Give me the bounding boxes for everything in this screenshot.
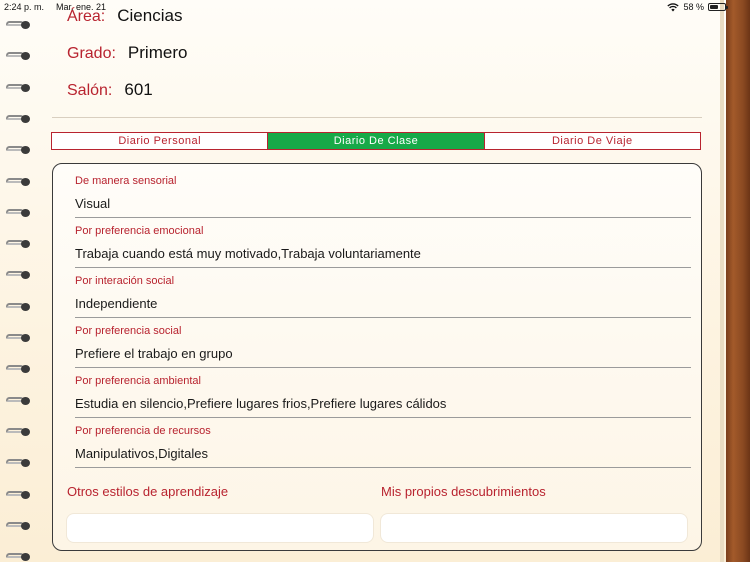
spiral-ring — [4, 112, 32, 123]
field-value: Estudia en silencio,Prefiere lugares fri… — [75, 396, 691, 418]
status-date: Mar. ene. 21 — [56, 2, 107, 12]
spiral-ring — [4, 175, 32, 186]
spiral-ring — [4, 362, 32, 374]
field-label: Por preferencia ambiental — [75, 375, 201, 387]
other-styles-input[interactable] — [67, 514, 373, 542]
spiral-ring — [4, 268, 32, 280]
field-value: Trabaja cuando está muy motivado,Trabaja… — [75, 246, 691, 268]
spiral-ring — [4, 488, 32, 499]
room-value: 601 — [124, 80, 153, 99]
field-interaccion-social[interactable]: Por interación social Independiente — [75, 275, 691, 318]
field-label: Por interación social — [75, 275, 175, 287]
spiral-ring — [4, 331, 32, 342]
wifi-icon — [667, 2, 680, 12]
field-label: Por preferencia emocional — [75, 225, 204, 237]
room-row: Salón: 601 — [67, 80, 153, 100]
divider — [52, 117, 702, 118]
discoveries-input[interactable] — [381, 514, 687, 542]
spiral-ring — [4, 519, 32, 530]
room-label: Salón: — [67, 82, 113, 99]
field-preferencia-emocional[interactable]: Por preferencia emocional Trabaja cuando… — [75, 225, 691, 268]
spiral-ring — [4, 81, 32, 92]
other-styles-label: Otros estilos de aprendizaje — [67, 484, 229, 499]
field-label: Por preferencia social — [75, 325, 182, 337]
tab-diario-personal[interactable]: Diario Personal — [52, 133, 269, 149]
spiral-ring — [4, 425, 32, 436]
tab-diario-de-clase[interactable]: Diario De Clase — [268, 133, 485, 149]
grade-value: Primero — [127, 43, 188, 62]
field-preferencia-ambiental[interactable]: Por preferencia ambiental Estudia en sil… — [75, 375, 691, 418]
spiral-ring — [4, 143, 32, 155]
field-value: Visual — [75, 196, 691, 218]
field-value: Manipulativos,Digitales — [75, 446, 691, 468]
spiral-ring — [4, 300, 32, 311]
field-preferencia-social[interactable]: Por preferencia social Prefiere el traba… — [75, 325, 691, 368]
field-label: Por preferencia de recursos — [75, 425, 211, 437]
page-edge — [720, 0, 724, 562]
field-preferencia-recursos[interactable]: Por preferencia de recursos Manipulativo… — [75, 425, 691, 468]
spiral-ring — [4, 206, 32, 217]
grade-row: Grado: Primero — [67, 43, 187, 63]
diary-tabs: Diario Personal Diario De Clase Diario D… — [51, 132, 701, 150]
status-bar: 2:24 p. m. Mar. ene. 21 58 % — [0, 0, 750, 14]
tab-diario-de-viaje[interactable]: Diario De Viaje — [485, 133, 700, 149]
learning-styles-panel: De manera sensorial Visual Por preferenc… — [52, 163, 702, 551]
status-right: 58 % — [667, 2, 728, 12]
spiral-ring — [4, 18, 32, 29]
spiral-ring — [4, 456, 32, 468]
spiral-ring — [4, 550, 32, 562]
field-value: Prefiere el trabajo en grupo — [75, 346, 691, 368]
spiral-ring — [4, 394, 32, 405]
field-value: Independiente — [75, 296, 691, 318]
battery-percent: 58 % — [683, 2, 704, 12]
binder-cover-edge — [726, 0, 750, 562]
discoveries-label: Mis propios descubrimientos — [381, 484, 546, 499]
field-label: De manera sensorial — [75, 175, 177, 187]
status-time: 2:24 p. m. — [4, 2, 45, 12]
field-sensorial[interactable]: De manera sensorial Visual — [75, 175, 691, 218]
battery-icon — [708, 3, 728, 11]
grade-label: Grado: — [67, 45, 116, 62]
spiral-ring — [4, 49, 32, 61]
spiral-ring — [4, 237, 32, 249]
